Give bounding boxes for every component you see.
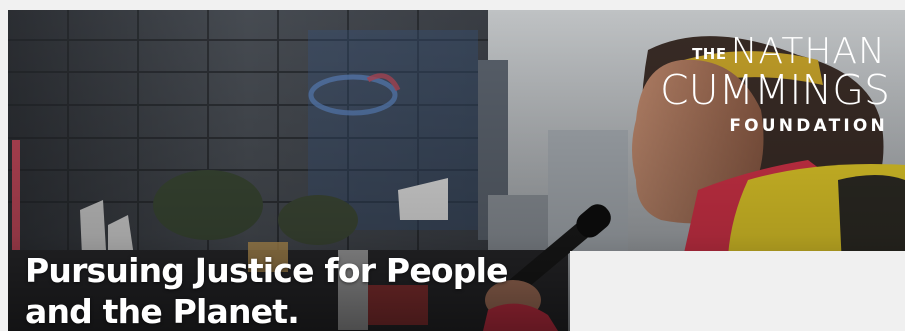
hero-banner: THE NATHAN CUMMINGS FOUNDATION Pursuing J…: [8, 10, 905, 331]
hero-headline: Pursuing Justice for People and the Plane…: [25, 250, 508, 331]
headline-line-1: Pursuing Justice for People: [25, 251, 508, 290]
logo-top-line: THE NATHAN: [692, 34, 886, 70]
logo-cummings-text: CUMMINGS: [660, 66, 890, 114]
page: THE NATHAN CUMMINGS FOUNDATION Pursuing J…: [0, 0, 905, 331]
content-panel: [570, 251, 905, 331]
headline-line-2: and the Planet.: [25, 292, 300, 331]
logo-foundation-text: FOUNDATION: [729, 116, 888, 136]
nathan-cummings-foundation-logo[interactable]: THE NATHAN CUMMINGS FOUNDATION: [594, 34, 894, 154]
logo-the-text: THE: [692, 45, 727, 63]
